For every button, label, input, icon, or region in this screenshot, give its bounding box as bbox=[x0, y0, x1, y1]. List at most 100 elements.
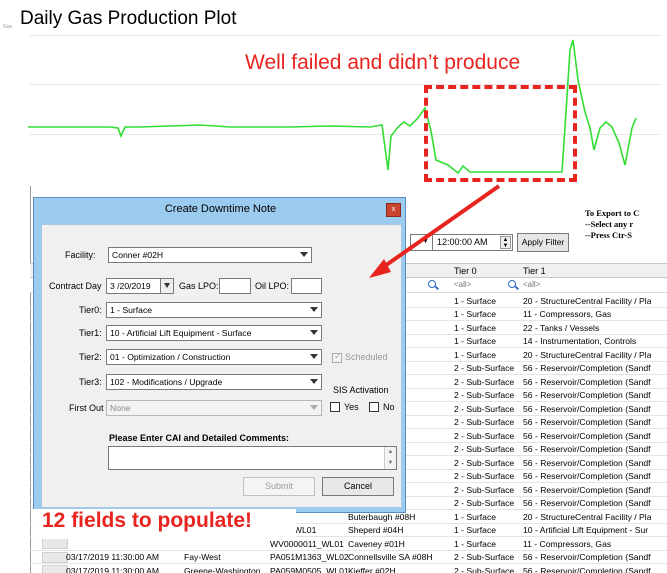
scrollbar[interactable]: ▲ ▼ bbox=[384, 447, 396, 469]
search-icon[interactable] bbox=[508, 280, 516, 288]
cell-tier0: 1 - Surface bbox=[454, 511, 497, 522]
tier3-select[interactable]: 102 - Modifications / Upgrade bbox=[106, 374, 322, 390]
cell-tier1: 10 - Artificial Lift Equipment - Sur bbox=[523, 525, 649, 535]
export-line: To Export to C bbox=[585, 208, 640, 218]
chevron-down-icon bbox=[310, 379, 318, 384]
chevron-down-icon bbox=[310, 307, 318, 312]
cell-tier0: 1 - Surface bbox=[454, 309, 497, 319]
cell-tier0: 1 - Surface bbox=[454, 349, 497, 360]
cell-tier1: 56 - Reservoir/Completion (Sandf bbox=[523, 498, 651, 508]
cell-tier1: 56 - Reservoir/Completion (Sandf bbox=[523, 430, 651, 441]
facility-label: Facility: bbox=[65, 250, 96, 260]
cell-tier0: 2 - Sub-Surface bbox=[454, 552, 515, 562]
cell-tier1: 56 - Reservoir/Completion (Sandf bbox=[523, 376, 651, 387]
chevron-down-icon bbox=[310, 354, 318, 359]
sis-yes-label: Yes bbox=[344, 402, 359, 412]
comments-label: Please Enter CAI and Detailed Comments: bbox=[109, 433, 290, 443]
table-row[interactable]: 03/17/2019 11:30:00 AM Fay-West PA051M1363… bbox=[30, 551, 667, 564]
dropdown-arrow-icon[interactable]: ▼ bbox=[422, 238, 429, 245]
tier0-select[interactable]: 1 - Surface bbox=[106, 302, 322, 318]
cell-tier1: 22 - Tanks / Vessels bbox=[523, 322, 600, 333]
tier3-value: 102 - Modifications / Upgrade bbox=[110, 377, 223, 387]
cell-tier1: 56 - Reservoir/Completion (Sandf bbox=[523, 417, 651, 427]
cell-tier1: 56 - Reservoir/Completion (Sandf bbox=[523, 457, 651, 468]
tier2-value: 01 - Optimization / Construction bbox=[110, 352, 231, 362]
scheduled-checkbox[interactable] bbox=[332, 351, 342, 363]
first-out-select[interactable]: None bbox=[106, 400, 322, 416]
cell-name: Connellsville SA #08H bbox=[348, 552, 433, 562]
chevron-down-icon bbox=[300, 252, 308, 257]
table-row[interactable]: WV0000011_WL01 Caveney #01H 1 - Surface 11 … bbox=[30, 537, 667, 551]
cell-tier1: 20 - StructureCentral Facility / Pla bbox=[523, 349, 652, 360]
cell-date: 03/17/2019 11:30:00 AM bbox=[66, 565, 160, 573]
filter-time-value: 12:00:00 AM bbox=[437, 237, 488, 247]
submit-button[interactable]: Submit bbox=[243, 477, 315, 496]
cell-tier0: 2 - Sub-Surface bbox=[454, 363, 515, 373]
failure-annotation: Well failed and didn’t produce bbox=[245, 51, 521, 74]
tier1-select[interactable]: 10 - Artificial Lift Equipment - Surface bbox=[106, 325, 322, 341]
row-header[interactable] bbox=[42, 565, 68, 573]
cancel-button[interactable]: Cancel bbox=[322, 477, 394, 496]
tier0-value: 1 - Surface bbox=[110, 305, 153, 315]
apply-filter-button[interactable]: Apply Filter bbox=[517, 233, 569, 252]
cell-name: Buterbaugh #08H bbox=[348, 511, 416, 522]
cell-tier0: 2 - Sub-Surface bbox=[454, 471, 515, 481]
sis-activation-label: SIS Activation bbox=[333, 385, 389, 395]
row-header[interactable] bbox=[42, 538, 68, 549]
contract-day-picker[interactable]: 3 /20/2019 bbox=[106, 278, 174, 294]
oil-lpo-input[interactable] bbox=[291, 278, 322, 294]
close-button[interactable]: x bbox=[386, 203, 401, 217]
cell-tier0: 1 - Surface bbox=[454, 322, 497, 333]
comments-textarea[interactable]: ▲ ▼ bbox=[108, 446, 397, 470]
cell-tier1: 56 - Reservoir/Completion (Sandf bbox=[523, 484, 651, 495]
cell-tier1: 14 - Instrumentation, Controls bbox=[523, 336, 637, 346]
tier0-label: Tier0: bbox=[79, 305, 102, 315]
table-row[interactable]: 03/17/2019 11:30:00 AM Greene-Washington P… bbox=[30, 564, 667, 573]
scheduled-label: Scheduled bbox=[345, 352, 388, 362]
cell-tier1: 56 - Reservoir/Completion (Sandf bbox=[523, 363, 651, 373]
filter-tier0[interactable]: <all> bbox=[454, 280, 471, 289]
column-header-tier1[interactable]: Tier 1 bbox=[523, 266, 546, 276]
calendar-dropdown-icon[interactable] bbox=[160, 279, 173, 293]
tier2-label: Tier2: bbox=[79, 352, 102, 362]
first-out-value: None bbox=[110, 403, 131, 413]
cell-tier0: 2 - Sub-Surface bbox=[454, 376, 515, 387]
cell-tier0: 2 - Sub-Surface bbox=[454, 484, 515, 495]
cell-tier1: 56 - Reservoir/Completion (Sandf bbox=[523, 471, 651, 481]
gas-lpo-input[interactable] bbox=[219, 278, 251, 294]
column-header-tier0[interactable]: Tier 0 bbox=[454, 266, 477, 276]
cell-name: Kieffer #02H bbox=[348, 565, 396, 573]
gas-lpo-label: Gas LPO: bbox=[179, 281, 219, 291]
failure-highlight-box bbox=[424, 85, 577, 182]
cell-well: PA051M1363_WL02 bbox=[270, 552, 349, 562]
cell-tier1: 11 - Compressors, Gas bbox=[523, 309, 612, 319]
tier1-value: 10 - Artificial Lift Equipment - Surface bbox=[110, 328, 252, 338]
filter-tier1[interactable]: <all> bbox=[523, 280, 540, 289]
cell-tier1: 20 - StructureCentral Facility / Pla bbox=[523, 295, 652, 306]
row-header[interactable] bbox=[42, 551, 68, 563]
cell-tier1: 56 - Reservoir/Completion (Sandf bbox=[523, 444, 651, 454]
contract-day-value: 3 /20/2019 bbox=[110, 281, 151, 291]
cell-well: PA059M0505_WL01 bbox=[270, 565, 349, 573]
chevron-down-icon bbox=[310, 405, 318, 410]
oil-lpo-label: Oil LPO: bbox=[255, 281, 290, 291]
chevron-down-icon bbox=[310, 330, 318, 335]
sis-yes-checkbox[interactable] bbox=[330, 402, 340, 412]
sis-no-label: No bbox=[383, 402, 395, 412]
cell-tier1: 11 - Compressors, Gas bbox=[523, 538, 612, 549]
cell-tier0: 2 - Sub-Surface bbox=[454, 565, 515, 573]
cell-tier0: 1 - Surface bbox=[454, 525, 497, 535]
tier2-select[interactable]: 01 - Optimization / Construction bbox=[106, 349, 322, 365]
cell-tier0: 2 - Sub-Surface bbox=[454, 430, 515, 441]
sis-no-checkbox[interactable] bbox=[369, 402, 379, 412]
export-line: --Select any r bbox=[585, 219, 634, 229]
time-spinner-icon[interactable]: ▲ ▼ bbox=[500, 236, 511, 249]
cell-name: Sheperd #04H bbox=[348, 525, 404, 535]
cell-tier0: 2 - Sub-Surface bbox=[454, 390, 515, 400]
search-icon[interactable] bbox=[428, 280, 436, 288]
cell-tier0: 1 - Surface bbox=[454, 336, 497, 346]
cell-date: 03/17/2019 11:30:00 AM bbox=[66, 552, 160, 562]
filter-time-picker[interactable]: ▼ 12:00:00 AM ▲ ▼ bbox=[410, 234, 513, 251]
cell-tier0: 2 - Sub-Surface bbox=[454, 403, 515, 414]
facility-select[interactable]: Conner #02H bbox=[108, 247, 312, 263]
